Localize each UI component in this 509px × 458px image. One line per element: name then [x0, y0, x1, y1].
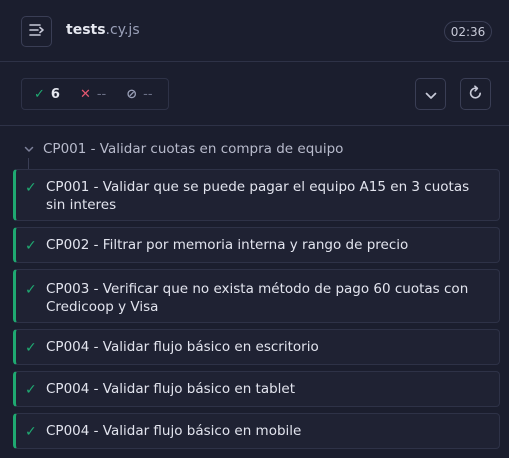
reporter-toolbar: ✓ 6 ✕ -- ⊘ --: [0, 62, 509, 126]
test-item[interactable]: ✓ CP004 - Validar flujo básico en escrit…: [13, 329, 500, 365]
refresh-icon: [468, 84, 483, 104]
pending-count: ⊘ --: [126, 87, 152, 102]
test-title: CP001 - Validar que se puede pagar el eq…: [46, 179, 470, 213]
suite-title-row[interactable]: CP001 - Validar cuotas en compra de equi…: [24, 140, 343, 158]
test-item[interactable]: ✓ CP004 - Validar flujo básico en mobile: [13, 413, 500, 449]
test-item[interactable]: ✓ CP004 - Validar flujo básico en tablet: [13, 371, 500, 407]
check-icon: ✓: [25, 180, 37, 196]
test-item[interactable]: ✓ CP003 - Verificar que no exista método…: [13, 269, 500, 323]
spec-file-extension: .cy.js: [105, 22, 140, 38]
check-icon: ✓: [34, 86, 45, 102]
passed-count-value: 6: [50, 86, 60, 102]
menu-collapse-icon: [28, 22, 45, 41]
failed-count-value: --: [96, 86, 107, 102]
check-icon: ✓: [25, 238, 37, 254]
spec-header: tests.cy.js 02:36: [0, 0, 509, 62]
test-title: CP002 - Filtrar por memoria interna y ra…: [46, 237, 409, 253]
chevron-down-icon: [24, 146, 34, 153]
check-icon: ✓: [25, 382, 37, 398]
spec-file-name[interactable]: tests.cy.js: [66, 22, 140, 38]
check-icon: ✓: [25, 282, 37, 298]
rerun-tests-button[interactable]: [460, 78, 491, 110]
pending-icon: ⊘: [126, 86, 138, 102]
check-icon: ✓: [25, 340, 37, 356]
x-icon: ✕: [79, 86, 91, 102]
test-title: CP003 - Verificar que no exista método d…: [46, 281, 469, 315]
spec-file-base: tests: [66, 22, 106, 38]
test-item[interactable]: ✓ CP002 - Filtrar por memoria interna y …: [13, 227, 500, 263]
run-duration-badge: 02:36: [444, 21, 492, 42]
expand-collapse-button[interactable]: [415, 78, 446, 110]
suite-title: CP001 - Validar cuotas en compra de equi…: [43, 141, 344, 157]
check-icon: ✓: [25, 424, 37, 440]
test-title: CP004 - Validar flujo básico en tablet: [46, 381, 296, 397]
test-item[interactable]: ✓ CP001 - Validar que se puede pagar el …: [13, 169, 500, 221]
toggle-specs-list-button[interactable]: [21, 16, 52, 47]
test-title: CP004 - Validar flujo básico en escritor…: [46, 339, 319, 355]
pending-count-value: --: [143, 86, 153, 102]
failed-count: ✕ --: [80, 87, 106, 102]
test-list: ✓ CP001 - Validar que se puede pagar el …: [13, 169, 500, 455]
passed-count: ✓ 6: [34, 87, 60, 102]
test-title: CP004 - Validar flujo básico en mobile: [46, 423, 302, 439]
test-stats: ✓ 6 ✕ -- ⊘ --: [21, 78, 169, 110]
chevron-down-icon: [425, 85, 437, 104]
